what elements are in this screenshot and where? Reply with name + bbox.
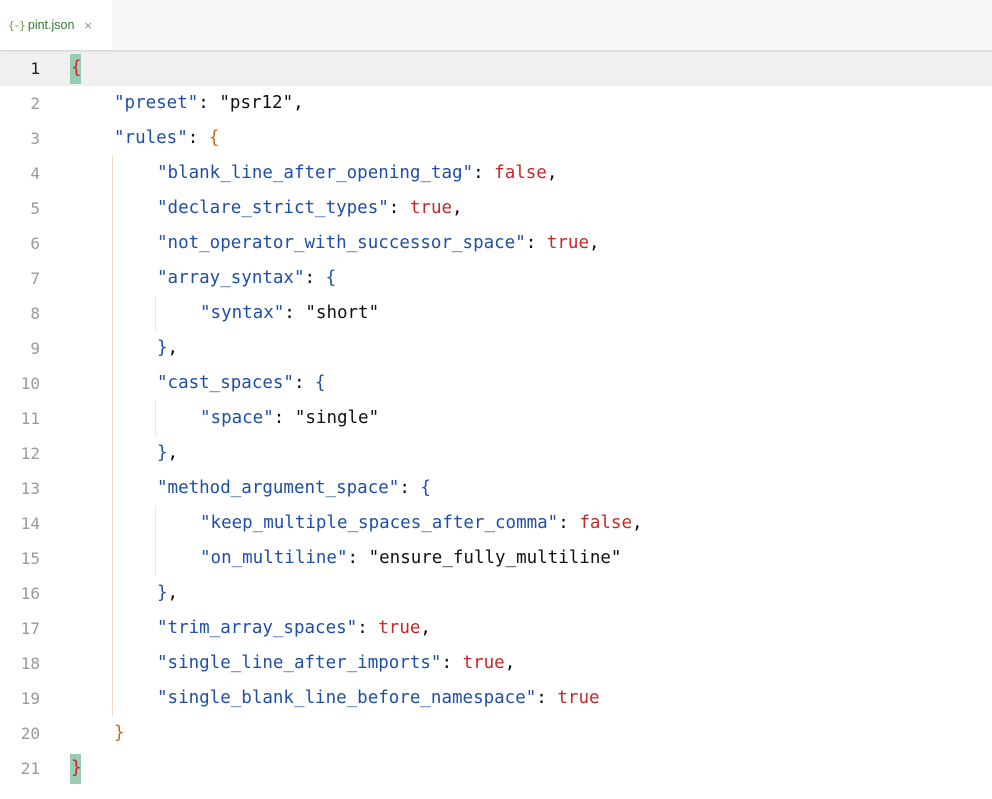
code-token: , [167,583,179,603]
code-token: : [399,478,421,498]
code-line[interactable]: "preset": "psr12", [114,86,304,121]
code-token: : [347,548,369,568]
code-token: "short" [305,303,380,323]
code-token: } [71,758,82,778]
code-token: : [441,653,463,673]
code-token: "psr12" [219,93,294,113]
code-line[interactable]: "cast_spaces": { [157,366,326,401]
code-token: , [167,443,179,463]
code-token: true [546,233,589,253]
code-token: "keep_multiple_spaces_after_comma" [200,513,559,533]
code-token: "method_argument_space" [157,478,400,498]
code-token: } [157,338,168,358]
code-line[interactable]: "single_blank_line_before_namespace": tr… [157,681,600,716]
code-token: : [525,233,547,253]
code-token: "ensure_fully_multiline" [368,548,622,568]
indent-guide [155,506,156,576]
code-token: "cast_spaces" [157,373,294,393]
close-icon[interactable]: × [83,19,92,32]
code-token: { [71,58,82,78]
code-token: : [473,163,495,183]
code-line[interactable]: "space": "single" [200,401,379,436]
code-token: "array_syntax" [157,268,305,288]
code-token: : [357,618,379,638]
code-line[interactable]: } [71,751,82,786]
code-token: : [304,268,326,288]
code-token: } [157,443,168,463]
code-token: { [315,373,326,393]
code-token: , [504,653,516,673]
tab-label: pint.json [27,18,75,32]
code-line[interactable]: }, [157,331,178,366]
code-token: true [462,653,505,673]
code-token: : [284,303,306,323]
code-line[interactable]: "declare_strict_types": true, [157,191,463,226]
code-token: , [167,338,179,358]
code-token: "space" [200,408,274,428]
code-token: "preset" [114,93,199,113]
code-line[interactable]: "keep_multiple_spaces_after_comma": fals… [200,506,643,541]
code-token: "rules" [114,128,188,148]
editor-tab-bar: {-} pint.json × [0,0,992,51]
code-token: : [536,688,558,708]
code-editor[interactable]: 1 2 3 4 5 6 7 8 9 10 11 12 13 14 15 16 17 18 19 20 21 {"pres… [0,51,992,799]
code-token: "single" [294,408,380,428]
code-line[interactable]: "syntax": "short" [200,296,379,331]
indent-guide [155,296,156,331]
code-token: : [388,198,410,218]
code-token: , [546,163,558,183]
code-line[interactable]: "on_multiline": "ensure_fully_multiline" [200,541,621,576]
code-token: , [589,233,600,253]
json-file-icon: {-} [8,18,26,32]
code-line[interactable]: "method_argument_space": { [157,471,431,506]
code-token: } [157,583,168,603]
code-token: : [293,373,316,393]
code-token: } [114,723,125,743]
code-line[interactable]: } [114,716,125,751]
code-token: { [420,478,431,498]
code-token: "single_blank_line_before_namespace" [157,688,537,708]
code-token: : [198,93,220,113]
code-token: , [452,198,463,218]
code-line[interactable]: }, [157,436,178,471]
code-token: { [208,128,220,148]
code-token: true [378,618,421,638]
code-line[interactable]: "array_syntax": { [157,261,336,296]
code-token: "on_multiline" [200,548,348,568]
ide-window: {-} pint.json × 1 2 3 4 5 6 7 8 9 10 11 12 13 14 15 16 1… [0,0,992,799]
code-line[interactable]: { [71,51,82,86]
indent-guide [155,401,156,436]
code-token: "not_operator_with_successor_space" [157,233,526,253]
tab-pint-json[interactable]: {-} pint.json × [0,0,112,50]
code-token: : [187,128,209,148]
code-area[interactable]: {"preset": "psr12", "rules": {"blank_line… [0,51,992,799]
code-token: false [494,163,547,183]
code-token: : [273,408,295,428]
code-line[interactable]: "trim_array_spaces": true, [157,611,431,646]
code-token: "syntax" [200,303,285,323]
code-line[interactable]: "rules": { [114,121,219,156]
code-token: "single_line_after_imports" [157,653,442,673]
code-token: , [293,93,304,113]
code-token: , [420,618,431,638]
code-token: "blank_line_after_opening_tag" [157,163,474,183]
code-line[interactable]: "single_line_after_imports": true, [157,646,515,681]
code-token: { [325,268,337,288]
code-line[interactable]: "blank_line_after_opening_tag": false, [157,156,557,191]
code-line[interactable]: }, [157,576,178,611]
code-token: : [558,513,580,533]
indent-guide [112,156,113,716]
code-token: "trim_array_spaces" [157,618,358,638]
code-token: "declare_strict_types" [157,198,389,218]
code-token: , [632,513,643,533]
code-token: false [579,513,632,533]
code-token: true [557,688,600,708]
code-line[interactable]: "not_operator_with_successor_space": tru… [157,226,600,261]
code-token: true [409,198,453,218]
